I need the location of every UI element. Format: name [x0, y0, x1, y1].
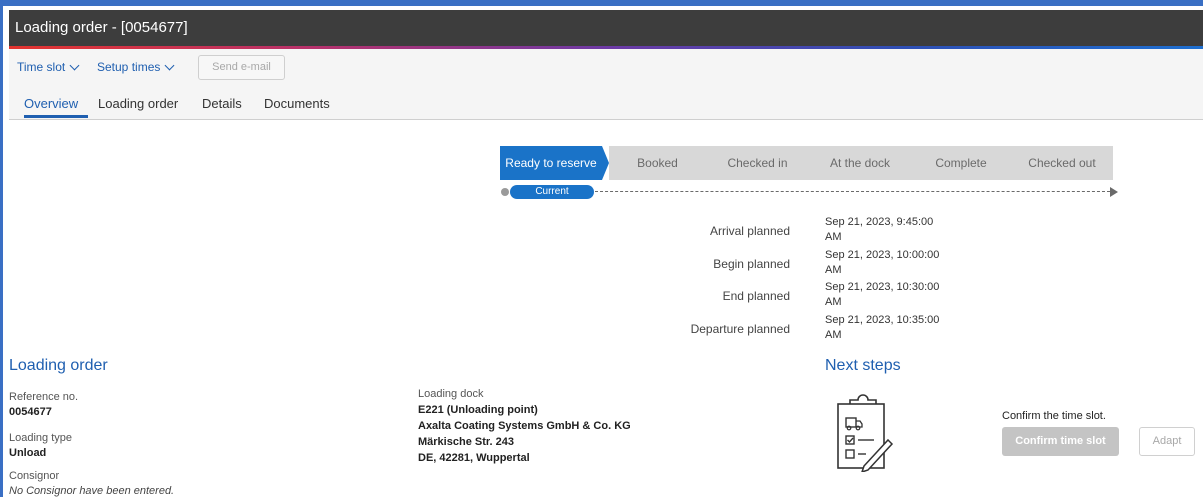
chevron-down-icon: [69, 60, 80, 70]
arrow-right-icon: [1110, 187, 1118, 197]
tab-bar: Overview Loading order Details Documents: [9, 89, 1203, 120]
step-at-the-dock: At the dock: [809, 146, 911, 180]
current-status-badge: Current: [510, 185, 594, 199]
end-planned-value: Sep 21, 2023, 10:30:00 AM: [825, 280, 975, 310]
step-checked-in: Checked in: [706, 146, 809, 180]
track-start-dot: [501, 188, 509, 196]
clipboard-checklist-icon: [837, 394, 894, 472]
track-dashed-line: [595, 191, 1110, 192]
window-title: Loading order - [0054677]: [9, 10, 1203, 46]
active-tab-indicator: [24, 115, 88, 118]
reference-label: Reference no.: [9, 391, 79, 403]
send-email-button[interactable]: Send e-mail: [198, 55, 285, 80]
departure-planned-ampm: AM: [825, 329, 842, 341]
status-track: Current: [501, 185, 1121, 199]
begin-planned-label: Begin planned: [713, 257, 790, 271]
begin-planned-value: Sep 21, 2023, 10:00:00 AM: [825, 248, 975, 278]
departure-planned-label: Departure planned: [690, 322, 790, 336]
step-checked-out: Checked out: [1011, 146, 1113, 180]
end-planned-date: Sep 21, 2023, 10:30:00: [825, 281, 940, 293]
step-complete: Complete: [911, 146, 1011, 180]
confirm-hint: Confirm the time slot.: [1002, 410, 1106, 422]
consignor-value: No Consignor have been entered.: [9, 485, 175, 497]
arrival-planned-label: Arrival planned: [709, 224, 790, 238]
loading-dock-block: Loading dock E221 (Unloading point) Axal…: [418, 386, 718, 466]
adapt-button[interactable]: Adapt: [1139, 427, 1195, 456]
arrival-planned-date: Sep 21, 2023, 9:45:00: [825, 216, 934, 228]
time-slot-menu[interactable]: Time slot: [17, 60, 80, 74]
loading-type-label: Loading type: [9, 432, 72, 444]
next-steps-heading: Next steps: [825, 357, 901, 374]
time-slot-label: Time slot: [17, 60, 66, 74]
loading-dock-point: E221 (Unloading point): [418, 404, 538, 416]
chevron-down-icon: [164, 60, 175, 70]
tab-overview[interactable]: Overview: [24, 96, 78, 111]
consignor-label: Consignor: [9, 470, 60, 482]
arrival-planned-ampm: AM: [825, 231, 842, 243]
loading-order-heading: Loading order: [9, 357, 108, 374]
loading-dock-company: Axalta Coating Systems GmbH & Co. KG: [418, 420, 631, 432]
loading-type-value: Unload: [9, 447, 47, 459]
step-arrow: [602, 146, 609, 180]
end-planned-label: End planned: [722, 289, 790, 303]
reference-value: 0054677: [9, 406, 52, 418]
end-planned-ampm: AM: [825, 296, 842, 308]
setup-times-menu[interactable]: Setup times: [97, 60, 175, 74]
confirm-time-slot-button[interactable]: Confirm time slot: [1002, 427, 1119, 456]
tab-loading-order[interactable]: Loading order: [98, 96, 178, 111]
departure-planned-value: Sep 21, 2023, 10:35:00 AM: [825, 313, 975, 343]
status-pipeline: Ready to reserve Booked Checked in At th…: [500, 146, 1113, 180]
loading-dock-street: Märkische Str. 243: [418, 436, 515, 448]
begin-planned-date: Sep 21, 2023, 10:00:00: [825, 249, 940, 261]
arrival-planned-value: Sep 21, 2023, 9:45:00 AM: [825, 215, 975, 245]
begin-planned-ampm: AM: [825, 264, 842, 276]
tab-documents[interactable]: Documents: [264, 96, 330, 111]
toolbar: Time slot Setup times Send e-mail: [9, 49, 1203, 89]
departure-planned-date: Sep 21, 2023, 10:35:00: [825, 314, 940, 326]
loading-dock-city: DE, 42281, Wuppertal: [418, 452, 530, 464]
step-ready-to-reserve: Ready to reserve: [500, 146, 602, 180]
tab-details[interactable]: Details: [202, 96, 242, 111]
loading-dock-label: Loading dock: [418, 388, 484, 400]
step-booked: Booked: [609, 146, 706, 180]
setup-times-label: Setup times: [97, 60, 161, 74]
